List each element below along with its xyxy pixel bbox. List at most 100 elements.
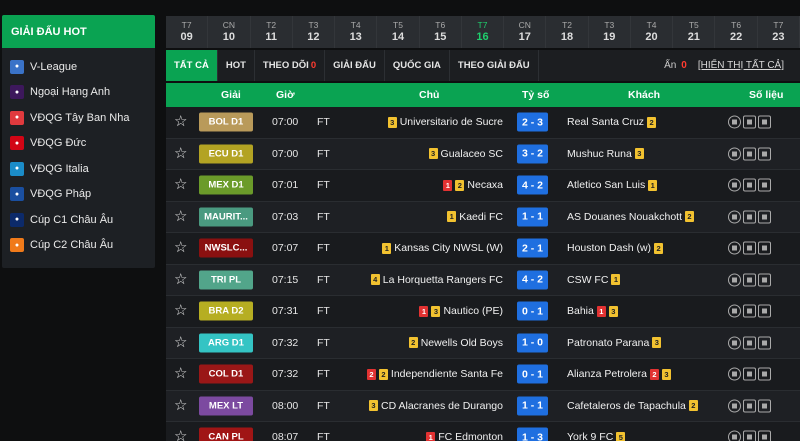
sidebar-item-champions-league[interactable]: ● Cúp C1 Châu Âu: [2, 207, 155, 233]
stats-table-icon[interactable]: [758, 178, 771, 192]
favorite-star-icon[interactable]: ☆: [174, 398, 188, 413]
league-badge[interactable]: MAURIT...: [199, 207, 253, 227]
odds-icon[interactable]: [728, 399, 741, 413]
stats-table-icon[interactable]: [758, 210, 771, 224]
h2h-icon[interactable]: [743, 115, 756, 129]
home-team[interactable]: 2 2 Independiente Santa Fe: [366, 368, 503, 380]
away-team[interactable]: Alianza Petrolera 2 3: [567, 368, 671, 380]
table-row[interactable]: ☆ CAN PL 08:07 FT 1 FC Edmonton 1 - 3 York 9 FC…: [166, 422, 800, 441]
table-row[interactable]: ☆ NWSLC... 07:07 FT 1 Kansas City NWSL (W) 2 -…: [166, 233, 800, 265]
score-badge[interactable]: 1 - 3: [517, 427, 548, 441]
odds-icon[interactable]: [728, 304, 741, 318]
h2h-icon[interactable]: [743, 178, 756, 192]
league-badge[interactable]: ARG D1: [199, 333, 253, 353]
favorite-star-icon[interactable]: ☆: [174, 209, 188, 224]
home-team[interactable]: 1 2 Necaxa: [443, 179, 503, 191]
sidebar-item-serie-a[interactable]: ● VĐQG Italia: [2, 156, 155, 182]
table-row[interactable]: ☆ MAURIT... 07:03 FT 1 Kaedi FC 1 - 1 AS Douane…: [166, 201, 800, 233]
h2h-icon[interactable]: [743, 336, 756, 350]
league-badge[interactable]: COL D1: [199, 364, 253, 384]
date-18[interactable]: T2 18: [546, 16, 589, 48]
league-badge[interactable]: MEX LT: [199, 396, 253, 416]
favorite-star-icon[interactable]: ☆: [174, 335, 188, 350]
stats-table-icon[interactable]: [758, 336, 771, 350]
sidebar-item-ligue1[interactable]: ● VĐQG Pháp: [2, 182, 155, 208]
score-badge[interactable]: 0 - 1: [517, 301, 548, 321]
odds-icon[interactable]: [728, 115, 741, 129]
date-09[interactable]: T7 09: [166, 16, 209, 48]
date-13[interactable]: T4 13: [335, 16, 378, 48]
away-team[interactable]: Bahia 1 3: [567, 305, 618, 317]
tab-by-league[interactable]: THEO GIẢI ĐẤU: [450, 50, 539, 81]
odds-icon[interactable]: [728, 241, 741, 255]
away-team[interactable]: Houston Dash (w) 2: [567, 242, 664, 254]
league-badge[interactable]: ECU D1: [199, 144, 253, 164]
table-row[interactable]: ☆ MEX D1 07:01 FT 1 2 Necaxa 4 - 2 Atletico San …: [166, 170, 800, 202]
stats-table-icon[interactable]: [758, 430, 771, 441]
score-badge[interactable]: 4 - 2: [517, 175, 548, 195]
tab-country[interactable]: QUỐC GIA: [385, 50, 450, 81]
table-row[interactable]: ☆ COL D1 07:32 FT 2 2 Independiente Santa Fe 0 …: [166, 359, 800, 391]
table-row[interactable]: ☆ BRA D2 07:31 FT 1 3 Nautico (PE) 0 - 1 Bahia 1 3: [166, 296, 800, 328]
tab-league[interactable]: GIẢI ĐẤU: [325, 50, 385, 81]
table-row[interactable]: ☆ TRI PL 07:15 FT 4 La Horquetta Rangers FC 4 …: [166, 264, 800, 296]
score-badge[interactable]: 1 - 0: [517, 333, 548, 353]
score-badge[interactable]: 1 - 1: [517, 207, 548, 227]
stats-table-icon[interactable]: [758, 367, 771, 381]
home-team[interactable]: 3 Universitario de Sucre: [387, 116, 503, 128]
date-10[interactable]: CN 10: [208, 16, 251, 48]
league-badge[interactable]: BRA D2: [199, 301, 253, 321]
stats-table-icon[interactable]: [758, 147, 771, 161]
date-12[interactable]: T3 12: [293, 16, 336, 48]
date-11[interactable]: T2 11: [251, 16, 293, 48]
table-row[interactable]: ☆ MEX LT 08:00 FT 3 CD Alacranes de Durango 1 …: [166, 390, 800, 422]
h2h-icon[interactable]: [743, 210, 756, 224]
odds-icon[interactable]: [728, 430, 741, 441]
home-team[interactable]: 4 La Horquetta Rangers FC: [370, 274, 503, 286]
odds-icon[interactable]: [728, 367, 741, 381]
odds-icon[interactable]: [728, 147, 741, 161]
h2h-icon[interactable]: [743, 241, 756, 255]
stats-table-icon[interactable]: [758, 115, 771, 129]
h2h-icon[interactable]: [743, 304, 756, 318]
date-15[interactable]: T6 15: [420, 16, 462, 48]
sidebar-item-vleague[interactable]: ● V-League: [2, 54, 155, 80]
date-17[interactable]: CN 17: [504, 16, 547, 48]
date-22[interactable]: T6 22: [715, 16, 758, 48]
league-badge[interactable]: CAN PL: [199, 427, 253, 441]
score-badge[interactable]: 3 - 2: [517, 144, 548, 164]
league-badge[interactable]: NWSLC...: [199, 238, 253, 258]
favorite-star-icon[interactable]: ☆: [174, 114, 188, 129]
h2h-icon[interactable]: [743, 147, 756, 161]
league-badge[interactable]: TRI PL: [199, 270, 253, 290]
stats-table-icon[interactable]: [758, 304, 771, 318]
date-21[interactable]: T5 21: [673, 16, 716, 48]
show-all-link[interactable]: [HIỂN THỊ TẤT CẢ]: [698, 60, 784, 71]
home-team[interactable]: 1 Kaedi FC: [447, 211, 503, 223]
sidebar-item-bundesliga[interactable]: ● VĐQG Đức: [2, 131, 155, 157]
h2h-icon[interactable]: [743, 430, 756, 441]
odds-icon[interactable]: [728, 273, 741, 287]
stats-table-icon[interactable]: [758, 241, 771, 255]
away-team[interactable]: York 9 FC 5: [567, 431, 626, 441]
score-badge[interactable]: 1 - 1: [517, 396, 548, 416]
home-team[interactable]: 1 FC Edmonton: [426, 431, 503, 441]
score-badge[interactable]: 2 - 1: [517, 238, 548, 258]
stats-table-icon[interactable]: [758, 273, 771, 287]
h2h-icon[interactable]: [743, 399, 756, 413]
away-team[interactable]: CSW FC 1: [567, 274, 621, 286]
tab-all[interactable]: TẤT CẢ: [166, 50, 218, 81]
odds-icon[interactable]: [728, 336, 741, 350]
stats-table-icon[interactable]: [758, 399, 771, 413]
date-19[interactable]: T3 19: [589, 16, 631, 48]
favorite-star-icon[interactable]: ☆: [174, 240, 188, 255]
score-badge[interactable]: 0 - 1: [517, 364, 548, 384]
favorite-star-icon[interactable]: ☆: [174, 177, 188, 192]
date-20[interactable]: T4 20: [631, 16, 674, 48]
away-team[interactable]: Real Santa Cruz 2: [567, 116, 657, 128]
league-badge[interactable]: BOL D1: [199, 112, 253, 132]
sidebar-item-europa-league[interactable]: ● Cúp C2 Châu Âu: [2, 233, 155, 259]
odds-icon[interactable]: [728, 210, 741, 224]
h2h-icon[interactable]: [743, 273, 756, 287]
table-row[interactable]: ☆ BOL D1 07:00 FT 3 Universitario de Sucre 2 -…: [166, 107, 800, 139]
